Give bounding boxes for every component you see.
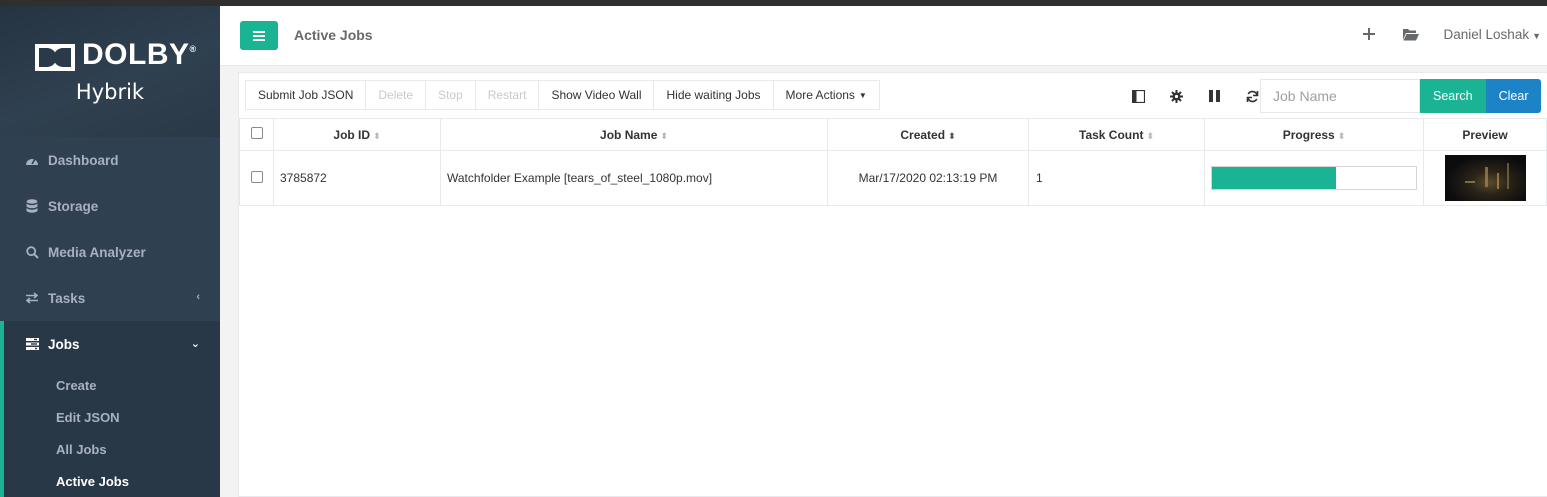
select-all-header (239, 118, 274, 151)
sidebar-item-label: Media Analyzer (48, 244, 146, 260)
active-jobs-panel: Submit Job JSON Delete Stop Restart Show… (238, 72, 1547, 497)
column-header-progress[interactable]: Progress ⬍ (1204, 118, 1424, 151)
brand-logo-text: DOLBY® (82, 38, 197, 71)
search-button[interactable]: Search (1420, 79, 1486, 113)
table-row[interactable]: 3785872 Watchfolder Example [tears_of_st… (239, 150, 1547, 206)
sidebar-item-label: Storage (48, 198, 99, 214)
sidebar-item-label: Tasks (48, 290, 86, 306)
sidebar-item-jobs[interactable]: Jobs ⌄ (0, 321, 220, 367)
tasks-icon (24, 336, 40, 352)
top-right-actions: Daniel Loshak ▼ (1360, 25, 1541, 43)
sort-icon: ⬍ (1337, 130, 1346, 141)
chevron-left-icon: ‹ (196, 291, 200, 303)
submenu-item-edit-json[interactable]: Edit JSON (4, 401, 220, 433)
hamburger-icon (253, 30, 265, 41)
logo-area: DOLBY® Hybrik (0, 6, 220, 137)
stop-button[interactable]: Stop (425, 80, 476, 110)
user-menu[interactable]: Daniel Loshak ▼ (1444, 27, 1541, 42)
restart-button[interactable]: Restart (474, 80, 540, 110)
submenu-item-all-jobs[interactable]: All Jobs (4, 433, 220, 465)
caret-down-icon: ▼ (1532, 30, 1541, 41)
sort-icon: ⬍ (1146, 130, 1154, 141)
job-id-cell: 3785872 (273, 150, 441, 206)
hide-waiting-jobs-button[interactable]: Hide waiting Jobs (653, 80, 774, 110)
sidebar-item-dashboard[interactable]: Dashboard (0, 137, 220, 183)
sidebar-item-tasks[interactable]: Tasks ‹ (0, 275, 220, 321)
row-select-cell (239, 150, 274, 206)
progress-bar (1211, 166, 1417, 190)
menu-toggle-button[interactable] (240, 21, 278, 50)
column-toggle-icon[interactable] (1119, 86, 1157, 106)
progress-cell (1204, 150, 1424, 206)
sidebar-item-label: Dashboard (48, 152, 119, 168)
search-icon (24, 244, 40, 260)
jobs-submenu: Create Edit JSON All Jobs Active Jobs (0, 367, 220, 497)
database-icon (24, 198, 40, 214)
delete-button[interactable]: Delete (365, 80, 427, 110)
preview-cell (1423, 150, 1547, 206)
dolby-logo-icon (35, 44, 75, 71)
jobs-table: Job ID ⬍ Job Name ⬍ Created ⬍ Task Count ⬍ P… (239, 118, 1547, 206)
gear-icon[interactable] (1157, 86, 1195, 106)
column-header-job-name[interactable]: Job Name ⬍ (440, 118, 828, 151)
column-header-task-count[interactable]: Task Count ⬍ (1028, 118, 1205, 151)
table-header-row: Job ID ⬍ Job Name ⬍ Created ⬍ Task Count ⬍ P… (239, 118, 1547, 151)
exchange-icon (24, 290, 40, 306)
select-all-checkbox[interactable] (250, 127, 263, 139)
progress-bar-fill (1212, 167, 1337, 189)
row-checkbox[interactable] (250, 170, 263, 183)
job-name-cell[interactable]: Watchfolder Example [tears_of_steel_1080… (440, 150, 828, 206)
submenu-item-active-jobs[interactable]: Active Jobs (4, 465, 220, 497)
table-tools (1119, 86, 1271, 106)
task-count-cell: 1 (1028, 150, 1205, 206)
video-preview-thumbnail[interactable] (1444, 155, 1526, 201)
column-header-job-id[interactable]: Job ID ⬍ (273, 118, 441, 151)
sidebar: DOLBY® Hybrik Dashboard Storage Media An… (0, 6, 220, 497)
pause-icon[interactable] (1195, 86, 1233, 106)
job-name-search-input[interactable] (1260, 79, 1420, 113)
more-actions-label: More Actions (785, 88, 855, 102)
clear-button[interactable]: Clear (1485, 79, 1542, 113)
submit-job-json-button[interactable]: Submit Job JSON (245, 80, 367, 110)
page-title: Active Jobs (294, 27, 373, 43)
sidebar-item-label: Jobs (48, 336, 80, 352)
submenu-item-create[interactable]: Create (4, 369, 220, 401)
dashboard-icon (24, 152, 40, 168)
more-actions-dropdown[interactable]: More Actions ▼ (772, 80, 880, 110)
folder-open-icon[interactable] (1402, 25, 1420, 43)
column-header-preview: Preview (1423, 118, 1547, 151)
caret-down-icon: ▼ (858, 90, 867, 100)
sort-desc-icon: ⬍ (948, 130, 956, 141)
jobs-toolbar: Submit Job JSON Delete Stop Restart Show… (245, 80, 880, 110)
sort-icon: ⬍ (660, 130, 668, 141)
top-navbar: Active Jobs Daniel Loshak ▼ (220, 6, 1547, 66)
product-name: Hybrik (75, 80, 145, 104)
chevron-down-icon: ⌄ (190, 338, 200, 350)
show-video-wall-button[interactable]: Show Video Wall (538, 80, 655, 110)
plus-icon[interactable] (1360, 25, 1378, 43)
created-cell: Mar/17/2020 02:13:19 PM (827, 150, 1029, 206)
sidebar-item-storage[interactable]: Storage (0, 183, 220, 229)
column-header-created[interactable]: Created ⬍ (827, 118, 1029, 151)
sidebar-item-media-analyzer[interactable]: Media Analyzer (0, 229, 220, 275)
sort-icon: ⬍ (373, 130, 381, 141)
job-search: Search Clear (1260, 79, 1542, 113)
